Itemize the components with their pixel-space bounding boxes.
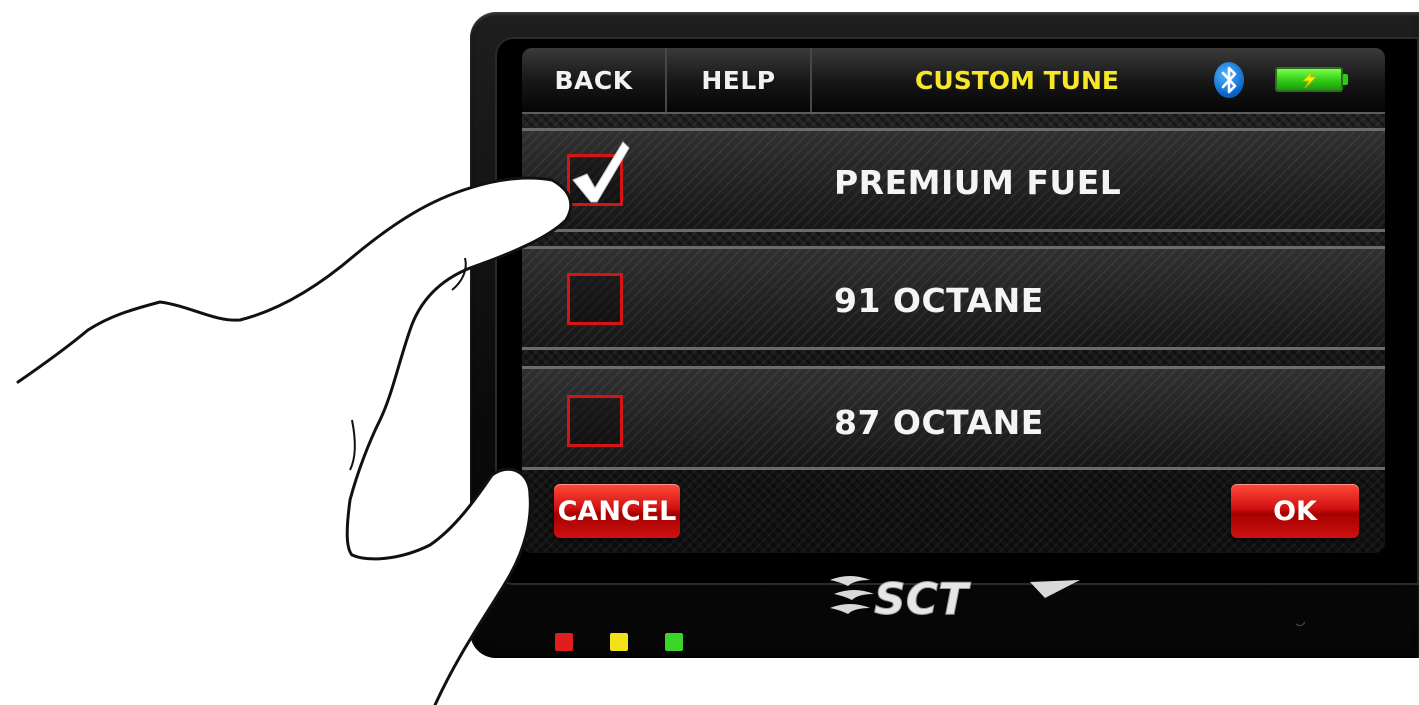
device-hole — [1295, 621, 1306, 627]
status-led-green — [665, 633, 683, 651]
cancel-button[interactable]: CANCEL — [554, 484, 680, 538]
checkmark-icon — [572, 141, 630, 203]
status-led-red — [555, 633, 573, 651]
page-title: CUSTOM TUNE — [915, 65, 1119, 95]
status-led-yellow — [610, 633, 628, 651]
option-label: 87 OCTANE — [834, 403, 1044, 442]
checkbox-unchecked[interactable] — [567, 395, 623, 447]
battery-tip — [1343, 74, 1348, 85]
ok-button[interactable]: OK — [1231, 484, 1359, 538]
option-premium-fuel[interactable]: PREMIUM FUEL — [522, 128, 1385, 232]
top-bar: BACK HELP CUSTOM TUNE — [522, 48, 1385, 114]
back-button[interactable]: BACK — [522, 48, 667, 112]
checkbox-checked[interactable] — [567, 141, 630, 206]
option-87-octane[interactable]: 87 OCTANE — [522, 366, 1385, 470]
sct-logo: SCT — [830, 574, 1080, 624]
logo-text: SCT — [874, 574, 971, 624]
touch-screen: BACK HELP CUSTOM TUNE PREMIUM FUEL 91 OC… — [522, 48, 1385, 553]
help-button[interactable]: HELP — [667, 48, 812, 112]
bluetooth-icon — [1214, 62, 1244, 98]
option-91-octane[interactable]: 91 OCTANE — [522, 246, 1385, 350]
battery-charging-icon — [1275, 67, 1343, 92]
checkbox-unchecked[interactable] — [567, 273, 623, 325]
option-label: PREMIUM FUEL — [834, 163, 1122, 202]
option-label: 91 OCTANE — [834, 281, 1044, 320]
